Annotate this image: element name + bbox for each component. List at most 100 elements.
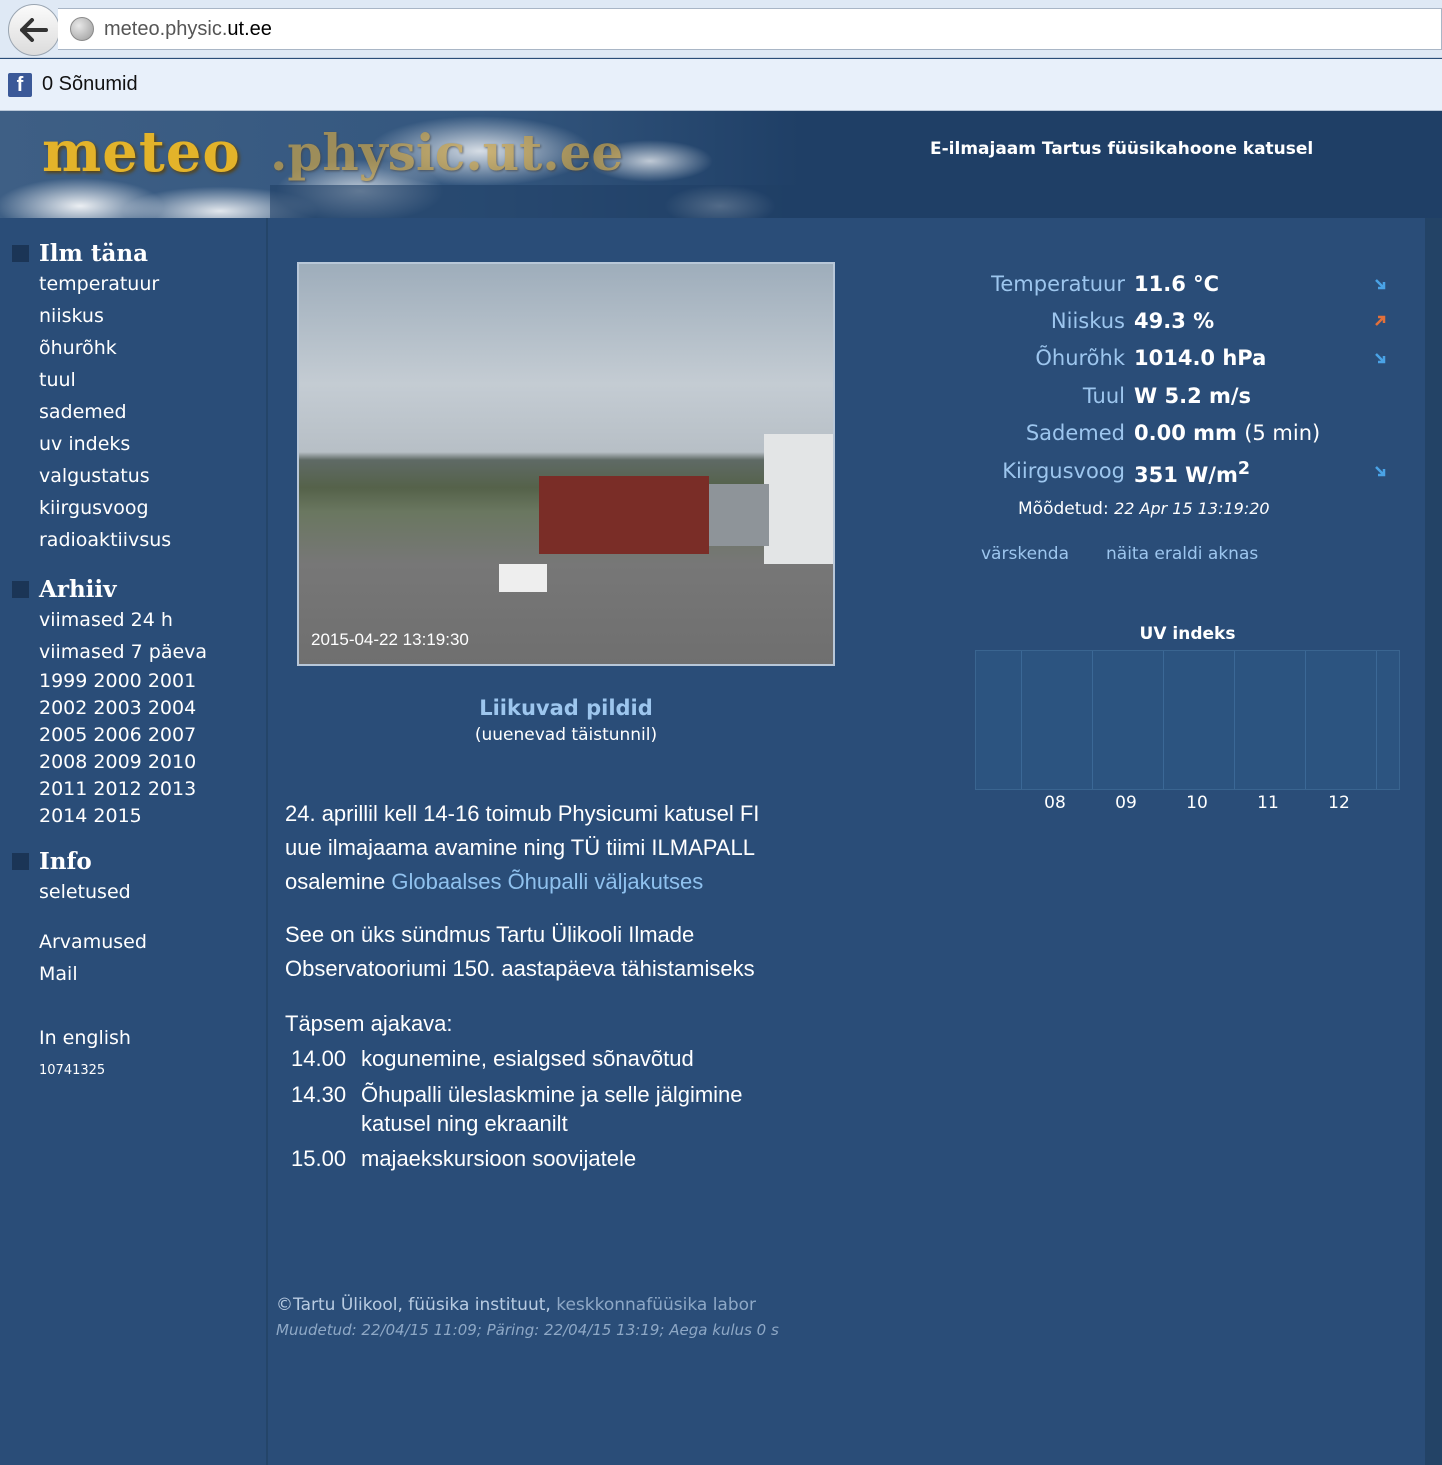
- facebook-icon: f: [8, 72, 32, 97]
- reading-label[interactable]: Sademed: [1026, 421, 1125, 445]
- footer-meta: Muudetud: 22/04/15 11:09; Päring: 22/04/…: [276, 1321, 779, 1339]
- reading-value: W 5.2 m/s: [1134, 384, 1252, 408]
- nav-ohurohk[interactable]: õhurõhk: [39, 337, 117, 359]
- url-prefix: meteo.physic.: [104, 17, 228, 40]
- year-link[interactable]: 2012: [93, 778, 141, 800]
- reading-label[interactable]: Õhurõhk: [1035, 346, 1125, 370]
- reading-value: 49.3 %: [1134, 309, 1215, 333]
- schedule-text: Õhupalli üleslaskmine ja selle jälgimine: [361, 1082, 743, 1107]
- year-link[interactable]: 2010: [148, 751, 196, 773]
- uv-chart-title: UV indeks: [1139, 624, 1236, 644]
- uv-chart-plot[interactable]: [975, 650, 1400, 790]
- nav-niiskus[interactable]: niiskus: [39, 305, 104, 327]
- nav-last-7-days[interactable]: viimased 7 päeva: [39, 641, 207, 663]
- schedule-time: 15.00: [291, 1146, 347, 1171]
- year-link[interactable]: 1999: [39, 670, 87, 692]
- nav-temperatuur[interactable]: temperatuur: [39, 273, 159, 295]
- measured-time: Mõõdetud: 22 Apr 15 13:19:20: [1018, 499, 1270, 519]
- news-paragraph-2: See on üks sündmus Tartu Ülikooli Ilmade…: [285, 922, 755, 981]
- site-header: meteo .physic.ut.ee E-ilmajaam Tartus fü…: [0, 111, 1442, 218]
- nav-mail[interactable]: Mail: [39, 963, 78, 985]
- year-link[interactable]: 2001: [148, 670, 196, 692]
- year-link[interactable]: 2008: [39, 751, 87, 773]
- year-link[interactable]: 2013: [148, 778, 196, 800]
- year-link[interactable]: 2002: [39, 697, 87, 719]
- bookmark-messages[interactable]: 0 Sõnumid: [42, 73, 138, 96]
- browser-url-bar: meteo.physic. ut.ee: [0, 0, 1442, 58]
- schedule-text: katusel ning ekraanilt: [361, 1111, 568, 1136]
- year-link[interactable]: 2004: [148, 697, 196, 719]
- balloon-challenge-link[interactable]: Globaalses Õhupalli väljakutses: [391, 869, 703, 894]
- nav-seletused[interactable]: seletused: [39, 881, 131, 903]
- open-separate-window-link[interactable]: näita eraldi aknas: [1106, 544, 1258, 564]
- year-link[interactable]: 2014: [39, 805, 87, 827]
- year-link[interactable]: 2006: [93, 724, 141, 746]
- year-link[interactable]: 2005: [39, 724, 87, 746]
- news-paragraph-1: 24. aprillil kell 14-16 toimub Physicumi…: [285, 801, 760, 894]
- arrow-left-icon: [20, 18, 48, 42]
- reading-label[interactable]: Niiskus: [1051, 309, 1125, 333]
- nav-last-24h[interactable]: viimased 24 h: [39, 609, 173, 631]
- section-archive: Arhiiv: [12, 576, 117, 603]
- year-row: 2011 2012 2013: [39, 776, 196, 803]
- globe-icon: [70, 17, 94, 41]
- year-link[interactable]: 2003: [93, 697, 141, 719]
- bullet-square-icon: [12, 853, 29, 870]
- year-row: 1999 2000 2001: [39, 668, 196, 695]
- year-link[interactable]: 2015: [93, 805, 141, 827]
- year-link[interactable]: 2000: [93, 670, 141, 692]
- section-info: Info: [12, 848, 92, 875]
- trend-down-icon: [1375, 279, 1386, 290]
- year-row: 2002 2003 2004: [39, 695, 196, 722]
- back-button[interactable]: [8, 4, 60, 56]
- address-input[interactable]: meteo.physic. ut.ee: [58, 8, 1442, 50]
- uv-tick-label: 12: [1328, 793, 1350, 813]
- reading-radiation: Kiirgusvoog 351 W/m2: [960, 459, 1400, 493]
- reading-pressure: Õhurõhk 1014.0 hPa: [960, 346, 1400, 380]
- archive-years: 1999 2000 2001 2002 2003 2004 2005 2006 …: [39, 668, 196, 830]
- reading-value: 11.6 °C: [1134, 272, 1220, 296]
- nav-kiirgusvoog[interactable]: kiirgusvoog: [39, 497, 149, 519]
- nav-radioaktiivsus[interactable]: radioaktiivsus: [39, 529, 171, 551]
- reading-temperature: Temperatuur 11.6 °C: [960, 272, 1400, 306]
- uv-tick-label: 11: [1257, 793, 1279, 813]
- url-domain: ut.ee: [227, 17, 272, 40]
- schedule-text: majaekskursioon soovijatele: [361, 1146, 637, 1171]
- footer-copyright: ©Tartu Ülikool, füüsika instituut, keskk…: [276, 1295, 757, 1315]
- sidebar: Ilm täna temperatuur niiskus õhurõhk tuu…: [0, 218, 268, 1465]
- reading-label[interactable]: Temperatuur: [991, 272, 1125, 296]
- year-link[interactable]: 2009: [93, 751, 141, 773]
- moving-pictures-link[interactable]: Liikuvad pildid: [297, 696, 835, 720]
- trend-up-icon: [1375, 315, 1386, 326]
- year-link[interactable]: 2007: [148, 724, 196, 746]
- bookmarks-bar: f 0 Sõnumid: [0, 59, 1442, 111]
- reading-wind: Tuul W 5.2 m/s: [960, 384, 1400, 418]
- year-row: 2005 2006 2007: [39, 722, 196, 749]
- nav-sademed[interactable]: sademed: [39, 401, 127, 423]
- lab-link[interactable]: keskkonnafüüsika labor: [556, 1295, 756, 1315]
- nav-uv-indeks[interactable]: uv indeks: [39, 433, 130, 455]
- year-row: 2008 2009 2010: [39, 749, 196, 776]
- webcam-timestamp: 2015-04-22 13:19:30: [311, 630, 469, 649]
- reading-label[interactable]: Tuul: [1083, 384, 1125, 408]
- year-link[interactable]: 2011: [39, 778, 87, 800]
- webcam-image[interactable]: 2015-04-22 13:19:30: [297, 262, 835, 666]
- nav-in-english[interactable]: In english: [39, 1027, 131, 1049]
- bullet-square-icon: [12, 245, 29, 262]
- nav-valgustatus[interactable]: valgustatus: [39, 465, 150, 487]
- nav-arvamused[interactable]: Arvamused: [39, 931, 147, 953]
- year-row: 2014 2015: [39, 803, 196, 830]
- reading-label[interactable]: Kiirgusvoog: [1002, 459, 1125, 483]
- site-logo-domain: .physic.ut.ee: [270, 123, 624, 182]
- site-logo[interactable]: meteo: [42, 119, 241, 185]
- refresh-link[interactable]: värskenda: [981, 544, 1069, 564]
- schedule-time: 14.30: [291, 1082, 347, 1107]
- reading-value: 0.00 mm (5 min): [1134, 421, 1321, 445]
- reading-value: 351 W/m2: [1134, 459, 1251, 487]
- schedule-text: kogunemine, esialgsed sõnavõtud: [361, 1046, 694, 1071]
- trend-down-icon: [1375, 353, 1386, 364]
- reading-value: 1014.0 hPa: [1134, 346, 1267, 370]
- schedule-time: 14.00: [291, 1046, 347, 1071]
- nav-tuul[interactable]: tuul: [39, 369, 76, 391]
- uv-tick-label: 08: [1044, 793, 1066, 813]
